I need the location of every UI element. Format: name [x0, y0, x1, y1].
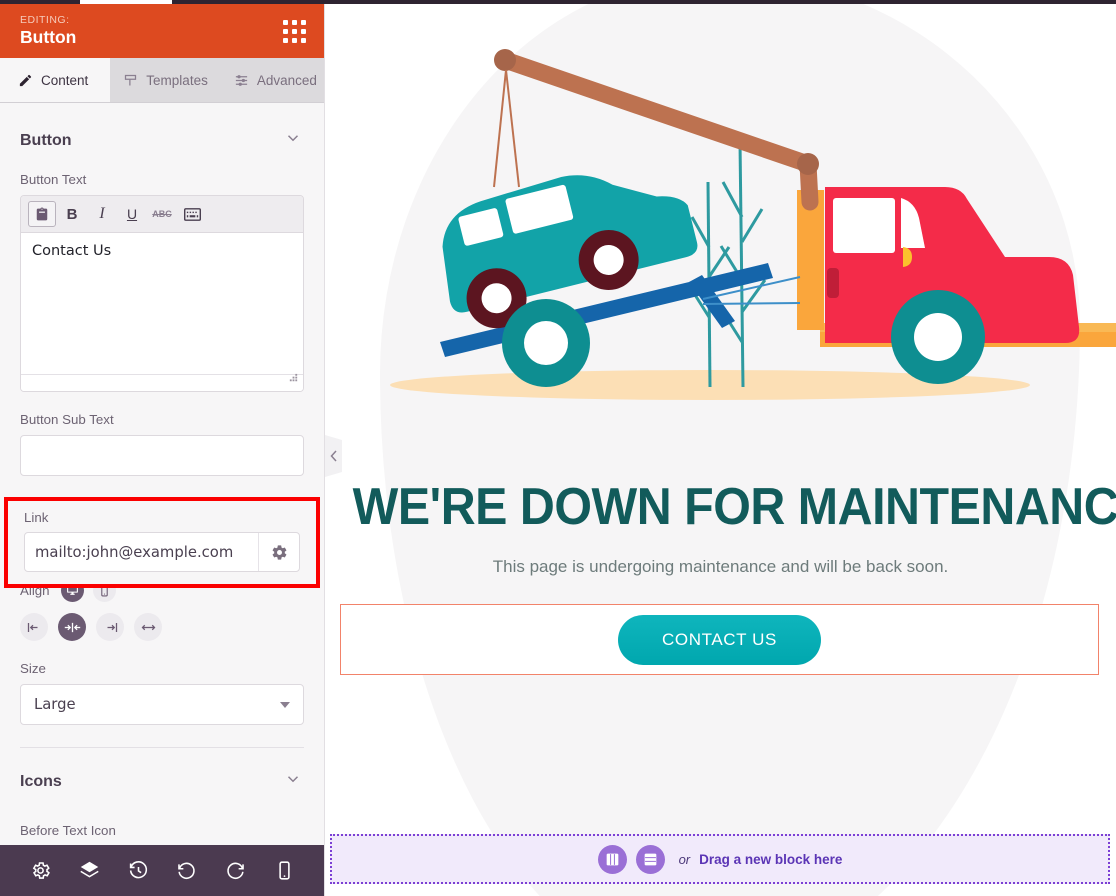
- sidebar-collapse-handle[interactable]: [325, 435, 342, 477]
- section-icons-header[interactable]: Icons: [0, 748, 324, 793]
- button-text-input[interactable]: Contact Us: [21, 233, 303, 374]
- chevron-down-icon: [280, 701, 290, 708]
- grid-dots-icon[interactable]: [283, 19, 306, 43]
- page-preview: WE'RE DOWN FOR MAINTENANCE This page is …: [325, 4, 1116, 896]
- bold-icon[interactable]: B: [58, 201, 86, 227]
- size-select[interactable]: Large: [20, 684, 304, 725]
- sliders-icon: [234, 73, 249, 88]
- tab-templates-label: Templates: [146, 72, 208, 88]
- chevron-down-icon[interactable]: [284, 129, 302, 152]
- section-button-header[interactable]: Button: [0, 103, 324, 152]
- page-subheadline: This page is undergoing maintenance and …: [492, 557, 949, 576]
- settings-gear-icon[interactable]: [30, 860, 51, 881]
- align-justify-icon[interactable]: [134, 613, 162, 641]
- strikethrough-icon[interactable]: ABC: [148, 201, 176, 227]
- link-input-row[interactable]: [24, 532, 300, 572]
- editing-label: EDITING:: [20, 14, 70, 26]
- size-label: Size: [20, 661, 46, 676]
- editor-bottom-toolbar: [0, 845, 324, 896]
- button-sub-text-input[interactable]: [20, 435, 304, 476]
- tab-advanced[interactable]: Advanced: [221, 58, 324, 102]
- drag-new-block-dropzone[interactable]: or Drag a new block here: [330, 834, 1110, 884]
- revision-history-icon[interactable]: [128, 860, 149, 881]
- section-button-title: Button: [20, 131, 72, 149]
- columns-layout-icon[interactable]: [597, 844, 627, 874]
- tab-templates[interactable]: Templates: [110, 58, 221, 102]
- size-selected-value: Large: [34, 696, 76, 713]
- align-right-icon[interactable]: [96, 613, 124, 641]
- panel-tabs: Content Templates Advanced: [0, 58, 324, 103]
- align-center-icon[interactable]: [58, 613, 86, 641]
- dropzone-label: Drag a new block here: [699, 851, 843, 867]
- rte-resize-footer: [21, 371, 303, 391]
- button-sub-text-label: Button Sub Text: [20, 412, 114, 427]
- undo-icon[interactable]: [176, 860, 197, 881]
- link-input[interactable]: [25, 533, 258, 571]
- button-block-selection-box[interactable]: CONTACT US: [340, 604, 1099, 675]
- mobile-preview-icon[interactable]: [274, 860, 295, 881]
- underline-icon[interactable]: U: [118, 201, 146, 227]
- pencil-icon: [18, 73, 33, 88]
- gear-icon[interactable]: [258, 533, 299, 571]
- rows-layout-icon[interactable]: [635, 844, 665, 874]
- editor-root: EDITING: Button Content Templates Advanc…: [0, 0, 1116, 896]
- align-left-icon[interactable]: [20, 613, 48, 641]
- panel-header: EDITING: Button: [0, 4, 324, 58]
- before-text-icon-label: Before Text Icon: [20, 823, 116, 838]
- template-icon: [123, 73, 138, 88]
- panel-title: Button: [20, 27, 77, 47]
- chevron-down-icon[interactable]: [284, 770, 302, 793]
- contact-us-button[interactable]: CONTACT US: [618, 614, 821, 665]
- tow-truck-lifting-car-illustration: [325, 12, 1116, 412]
- keyboard-icon[interactable]: [178, 201, 206, 227]
- tab-advanced-label: Advanced: [256, 72, 317, 88]
- tab-content-label: Content: [41, 72, 89, 88]
- align-options-row: [0, 613, 324, 641]
- italic-icon[interactable]: I: [88, 201, 116, 227]
- paste-icon[interactable]: [28, 201, 56, 227]
- resize-grip-icon[interactable]: [288, 371, 299, 389]
- link-label: Link: [24, 510, 49, 525]
- rte-toolbar: B I U ABC: [21, 196, 303, 233]
- button-text-rich-editor[interactable]: B I U ABC Contact Us: [20, 195, 304, 392]
- redo-icon[interactable]: [225, 860, 246, 881]
- page-headline: WE'RE DOWN FOR MAINTENANCE: [352, 478, 1116, 536]
- layers-icon[interactable]: [79, 860, 100, 881]
- dropzone-or-text: or: [678, 851, 691, 867]
- link-field-highlight-box: Link: [4, 497, 320, 588]
- section-icons-title: Icons: [20, 772, 62, 790]
- button-text-label: Button Text: [20, 172, 87, 187]
- settings-sidebar: EDITING: Button Content Templates Advanc…: [0, 4, 325, 896]
- tab-content[interactable]: Content: [0, 58, 111, 102]
